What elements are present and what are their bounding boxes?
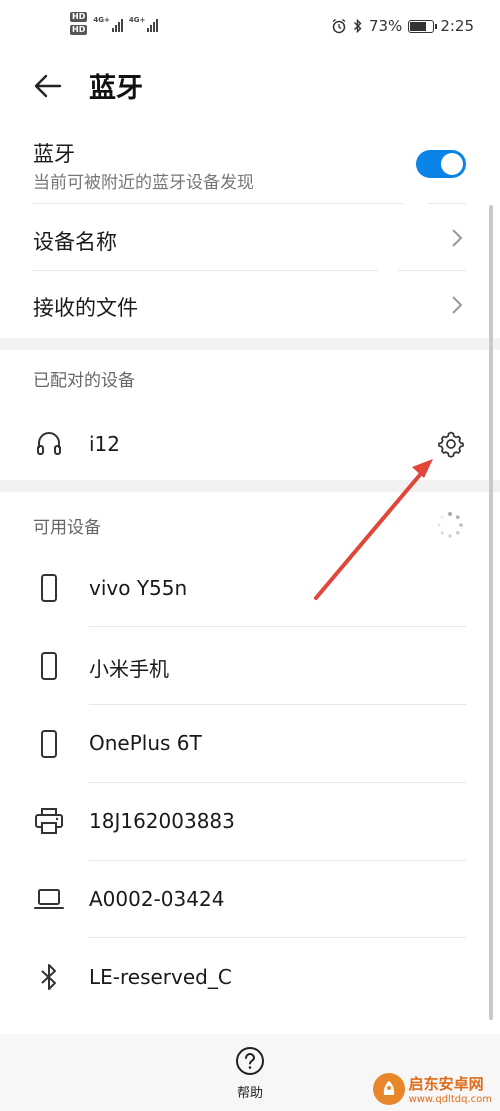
phone-icon [41, 652, 57, 680]
chevron-right-icon [452, 229, 463, 247]
alarm-icon [332, 18, 346, 34]
status-right: 73% 2:25 [331, 17, 474, 35]
watermark: 启东安卓网 www.qdltdq.com [372, 1073, 492, 1105]
available-device-name: A0002-03424 [89, 887, 225, 911]
available-device-name: LE-reserved_C [89, 965, 232, 989]
section-gap [0, 480, 500, 492]
paired-device-name: i12 [89, 432, 121, 456]
available-device-name: OnePlus 6T [89, 731, 202, 755]
available-device-row[interactable]: A0002-03424 [0, 861, 500, 937]
available-device-row[interactable]: vivo Y55n [0, 550, 500, 626]
loading-spinner-icon [437, 512, 463, 538]
available-device-row[interactable]: 18J162003883 [0, 783, 500, 860]
status-bar: HD HD 4G+ 4G+ 73% 2:25 [0, 0, 500, 56]
section-gap [0, 338, 500, 350]
gear-icon[interactable] [436, 429, 466, 459]
available-device-row[interactable]: LE-reserved_C [0, 938, 500, 1016]
divider [398, 270, 466, 271]
back-arrow-icon[interactable] [30, 68, 66, 104]
watermark-logo-icon [372, 1073, 405, 1105]
bluetooth-icon [41, 964, 56, 990]
bluetooth-status-icon [353, 18, 362, 34]
phone-icon [41, 730, 57, 758]
battery-percent: 73% [368, 17, 403, 35]
chevron-right-icon [452, 296, 463, 314]
help-label: 帮助 [236, 1086, 263, 1101]
status-left: HD HD 4G+ 4G+ [70, 12, 159, 35]
phone-icon [41, 574, 57, 602]
available-device-name: 18J162003883 [89, 809, 235, 833]
network-type-label: 4G+ [93, 15, 110, 24]
help-button[interactable]: 帮助 [226, 1046, 274, 1101]
network-type-label: 4G+ [128, 15, 146, 24]
bluetooth-label: 蓝牙 [33, 142, 75, 166]
bluetooth-toggle-row[interactable]: 蓝牙 当前可被附近的蓝牙设备发现 [0, 130, 500, 204]
page-title: 蓝牙 [89, 73, 143, 104]
laptop-icon [34, 889, 64, 909]
available-device-row[interactable]: OnePlus 6T [0, 705, 500, 782]
clock: 2:25 [440, 17, 474, 35]
hd-badge: HD [70, 12, 88, 22]
hd-badge: HD [70, 25, 88, 35]
signal-icon: 4G+ [128, 15, 159, 32]
watermark-text: 启东安卓网 [408, 1075, 484, 1093]
app-header: 蓝牙 [0, 56, 500, 116]
help-icon [236, 1047, 264, 1075]
available-device-name: 小米手机 [89, 657, 169, 681]
bluetooth-toggle[interactable] [416, 150, 466, 178]
divider [33, 203, 403, 204]
battery-icon [408, 19, 438, 33]
device-name-label: 设备名称 [33, 230, 117, 254]
signal-icon: 4G+ [93, 15, 123, 32]
device-name-row[interactable]: 设备名称 [0, 206, 500, 270]
paired-devices-title: 已配对的设备 [33, 371, 135, 391]
available-devices-title: 可用设备 [33, 518, 101, 538]
available-device-row[interactable]: 小米手机 [0, 627, 500, 704]
available-device-name: vivo Y55n [89, 576, 188, 600]
divider [428, 203, 466, 204]
divider [33, 270, 378, 271]
printer-icon [35, 808, 63, 834]
scrollbar[interactable] [489, 205, 493, 1020]
bluetooth-discoverable-text: 当前可被附近的蓝牙设备发现 [33, 173, 254, 193]
watermark-url: www.qdltdq.com [408, 1094, 492, 1105]
received-files-label: 接收的文件 [33, 296, 138, 320]
headphones-icon [37, 432, 61, 455]
paired-device-row[interactable]: i12 [0, 412, 500, 476]
received-files-row[interactable]: 接收的文件 [0, 272, 500, 338]
